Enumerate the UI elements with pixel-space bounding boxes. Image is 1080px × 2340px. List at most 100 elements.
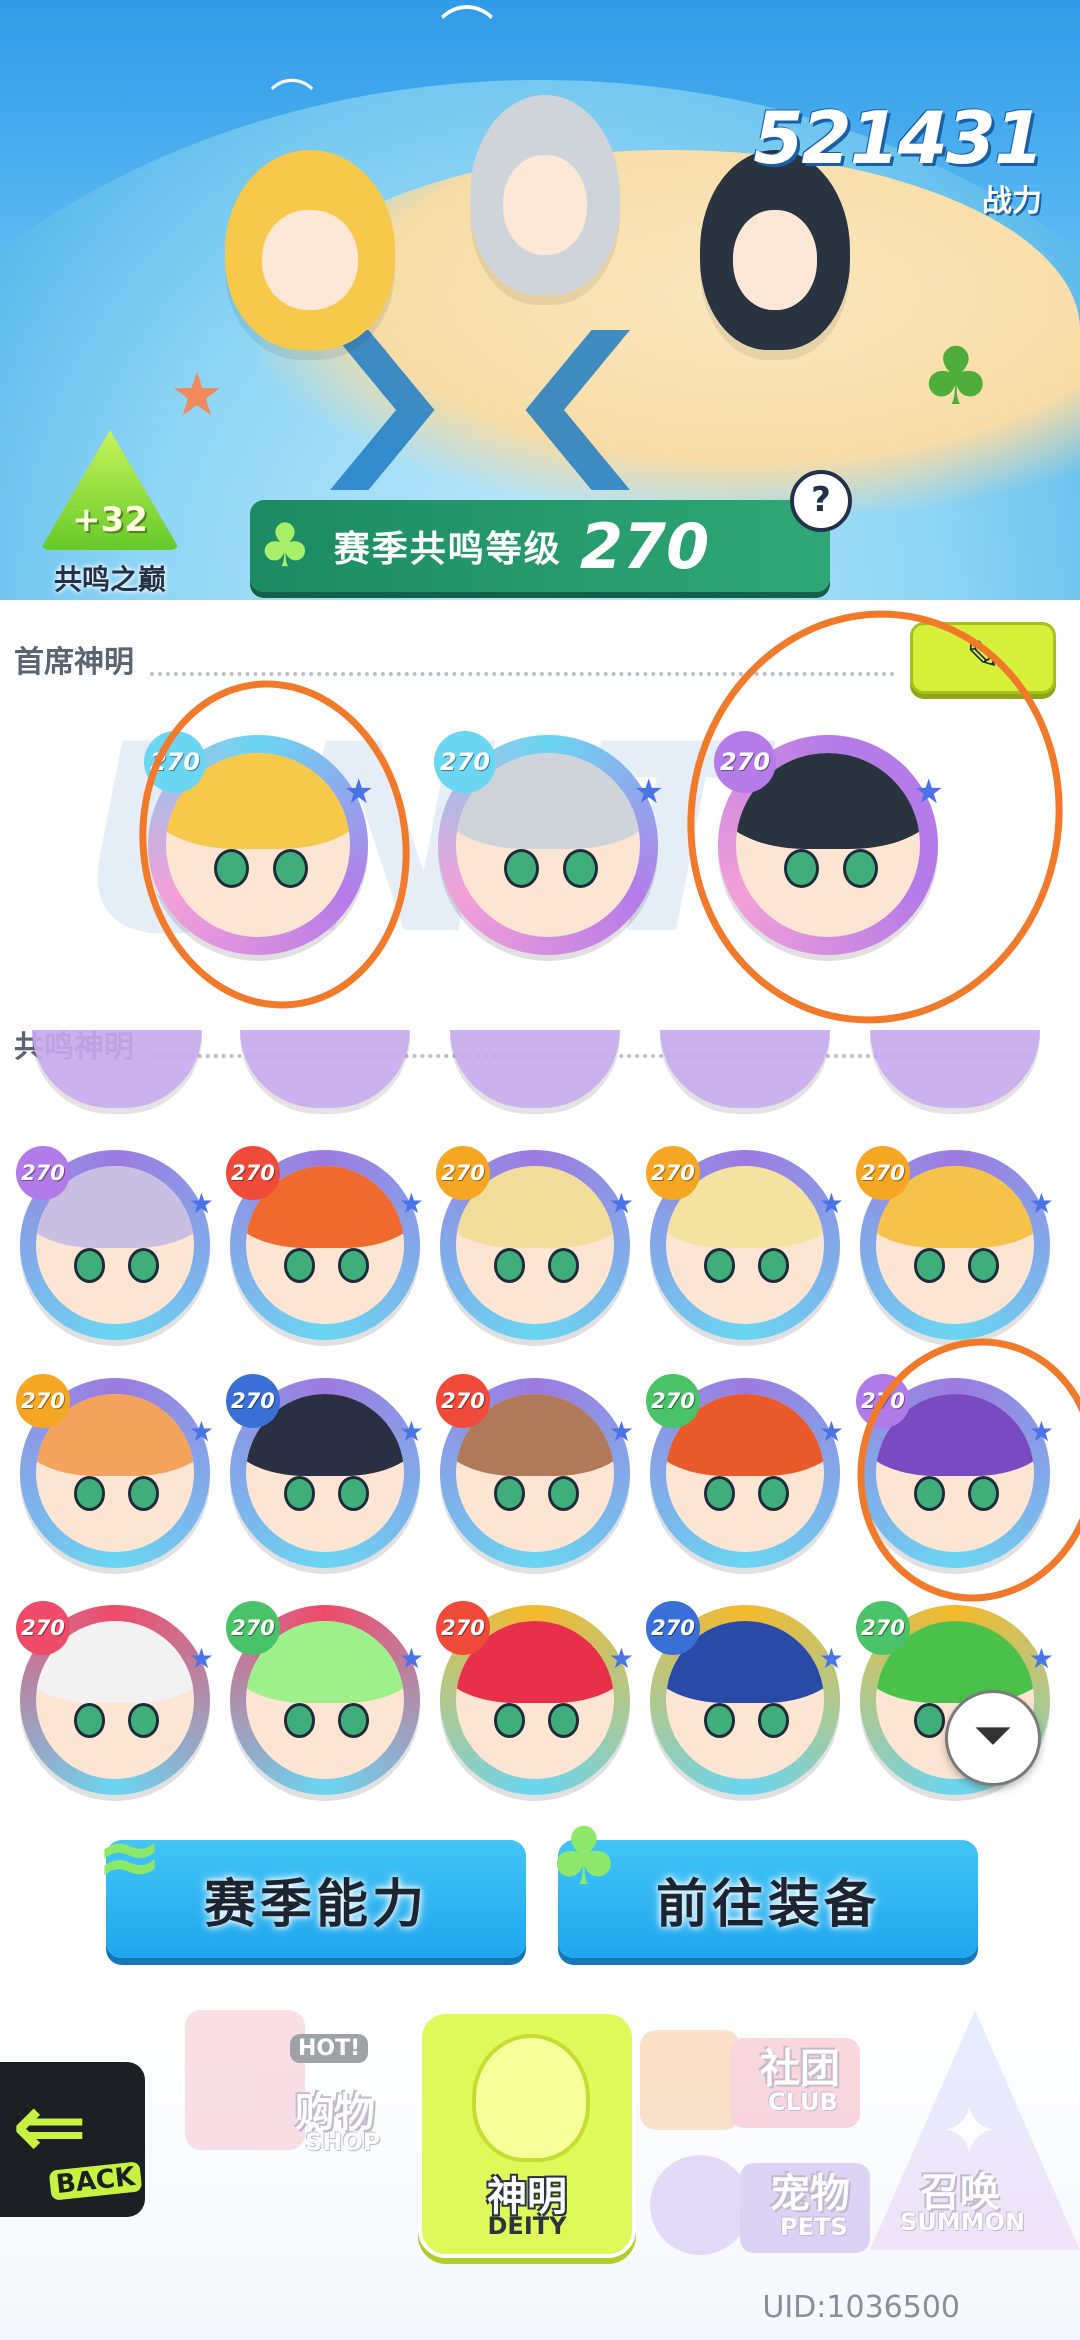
resonance-peak-bonus: +32 xyxy=(72,500,148,540)
combat-power-label: 战力 xyxy=(982,184,1042,219)
deity-level-badge: 270 xyxy=(646,1146,700,1200)
deity-level-badge: 270 xyxy=(646,1374,700,1428)
star-icon: ★ xyxy=(398,1187,424,1220)
nav-shop[interactable]: HOT! 购物 SHOP xyxy=(160,2010,410,2156)
bird-icon: ⌒ xyxy=(270,76,314,127)
star-icon: ★ xyxy=(633,772,664,812)
chief-deities-title: 首席神明 xyxy=(14,645,134,680)
star-icon: ★ xyxy=(818,1642,844,1675)
resonance-peak-button[interactable]: +32 共鸣之巅 xyxy=(30,430,190,610)
resonance-deity-slot[interactable]: 270 ★ xyxy=(646,1601,844,1795)
star-icon: ★ xyxy=(398,1415,424,1448)
pet-fish-icon xyxy=(650,2155,750,2255)
star-icon: ★ xyxy=(188,1415,214,1448)
chief-deity-slot[interactable]: 270 ★ xyxy=(434,731,664,955)
wave-icon: ≈ xyxy=(96,1810,168,1903)
nav-club[interactable]: 社团 CLUB xyxy=(640,2030,860,2140)
nav-summon-sublabel: SUMMON xyxy=(900,2208,1026,2236)
deity-mascot-icon xyxy=(472,2034,590,2162)
star-icon: ★ xyxy=(188,1642,214,1675)
palm-leaf-icon: ♣ xyxy=(548,1810,624,1903)
resonance-deity-slot[interactable]: 270 ★ xyxy=(436,1374,634,1568)
vending-machine-icon xyxy=(185,2010,305,2150)
chief-deity-slot[interactable]: 270 ★ xyxy=(144,731,374,955)
resonance-deity-slot[interactable]: 270 ★ xyxy=(16,1146,214,1340)
combat-power: 521431 战力 xyxy=(753,96,1044,220)
season-level-label: 赛季共鸣等级 xyxy=(333,529,562,570)
nav-pets-sublabel: PETS xyxy=(780,2213,848,2241)
pencil-edit-icon[interactable]: ✎ xyxy=(910,622,1056,694)
star-icon: ★ xyxy=(818,1187,844,1220)
resonance-deity-slot[interactable]: 270 ★ xyxy=(226,1374,424,1568)
deity-level-badge: 270 xyxy=(16,1601,70,1655)
question-icon[interactable]: ? xyxy=(790,470,852,532)
deity-level-badge: 270 xyxy=(226,1146,280,1200)
chief-deity-slot[interactable]: 270 ★ xyxy=(714,731,944,955)
deity-level-badge: 270 xyxy=(434,731,496,793)
back-button[interactable]: ⇐ BACK xyxy=(0,2062,145,2217)
starfish-icon: ★ xyxy=(170,360,224,430)
bird-icon: ⌒ xyxy=(440,1,494,64)
resonance-deity-slot[interactable]: 270 ★ xyxy=(226,1601,424,1795)
season-ability-label: 赛季能力 xyxy=(203,1874,428,1935)
nav-pets[interactable]: 宠物 PETS xyxy=(640,2155,880,2265)
resonance-deity-slot[interactable]: 270 ★ xyxy=(436,1146,634,1340)
go-equipment-button[interactable]: ♣ 前往装备 xyxy=(548,1810,978,1958)
go-equipment-label: 前往装备 xyxy=(655,1874,880,1935)
back-arrow-icon: ⇐ xyxy=(12,2074,88,2179)
star-icon: ★ xyxy=(1028,1187,1054,1220)
filter-icon[interactable]: ⏷ xyxy=(945,1690,1041,1786)
season-level-value: 270 xyxy=(579,509,710,583)
season-ability-button[interactable]: ≈ 赛季能力 xyxy=(96,1810,526,1958)
combat-power-value: 521431 xyxy=(753,96,1044,180)
nav-shop-sublabel: SHOP xyxy=(305,2128,381,2156)
resonance-deity-slot[interactable]: 270 ★ xyxy=(646,1146,844,1340)
nav-deity-sublabel: DEITY xyxy=(487,2212,567,2240)
deity-level-badge: 270 xyxy=(856,1146,910,1200)
nav-deity[interactable]: 神明 DEITY xyxy=(418,2010,636,2258)
chibi-character-blonde xyxy=(225,150,395,350)
palm-leaf-icon: ♣ xyxy=(258,511,312,581)
star-icon: ★ xyxy=(913,772,944,812)
deity-level-badge: 270 xyxy=(436,1146,490,1200)
resonance-deity-slot[interactable]: 270 ★ xyxy=(436,1601,634,1795)
star-icon: ★ xyxy=(608,1642,634,1675)
deity-level-badge: 270 xyxy=(16,1146,70,1200)
deity-level-badge: 270 xyxy=(226,1374,280,1428)
deity-level-badge: 270 xyxy=(436,1374,490,1428)
star-icon: ★ xyxy=(1028,1415,1054,1448)
deity-level-badge: 270 xyxy=(436,1601,490,1655)
star-icon: ★ xyxy=(818,1415,844,1448)
resonance-deity-slot[interactable]: 270 ★ xyxy=(226,1146,424,1340)
divider xyxy=(150,672,895,676)
deity-level-badge: 270 xyxy=(226,1601,280,1655)
deity-level-badge: 270 xyxy=(144,731,206,793)
resonance-deity-slot[interactable]: 270 ★ xyxy=(856,1146,1054,1340)
palm-tree-icon: ♣ xyxy=(920,330,992,423)
nav-club-sublabel: CLUB xyxy=(768,2088,838,2116)
bag-icon xyxy=(640,2030,740,2130)
star-icon: ★ xyxy=(608,1415,634,1448)
star-icon: ★ xyxy=(398,1642,424,1675)
user-id: UID:1036500 xyxy=(762,2290,960,2325)
resonance-deity-slot[interactable]: 270 ★ xyxy=(16,1374,214,1568)
deity-level-badge: 270 xyxy=(16,1374,70,1428)
season-level-bar: ♣ 赛季共鸣等级 270 xyxy=(250,500,830,592)
resonance-deity-slot[interactable]: 270 ★ xyxy=(646,1374,844,1568)
resonance-peak-label: 共鸣之巅 xyxy=(53,563,166,596)
nav-pets-label: 宠物 xyxy=(770,2171,850,2217)
star-icon: ★ xyxy=(608,1187,634,1220)
deity-level-badge: 270 xyxy=(714,731,776,793)
shop-hot-badge: HOT! xyxy=(290,2034,369,2063)
star-icon: ★ xyxy=(1028,1642,1054,1675)
nav-summon[interactable]: ✦ 召唤 SUMMON xyxy=(860,2010,1080,2260)
resonance-deity-slot[interactable]: 270 ★ xyxy=(16,1601,214,1795)
star-icon: ★ xyxy=(343,772,374,812)
chibi-character-silver xyxy=(470,95,620,295)
deity-level-badge: 270 xyxy=(856,1374,910,1428)
deity-level-badge: 270 xyxy=(646,1601,700,1655)
resonance-deity-slot[interactable]: 270 ★ xyxy=(856,1374,1054,1568)
star-icon: ★ xyxy=(188,1187,214,1220)
nav-club-label: 社团 xyxy=(760,2046,840,2092)
deity-level-badge: 270 xyxy=(856,1601,910,1655)
